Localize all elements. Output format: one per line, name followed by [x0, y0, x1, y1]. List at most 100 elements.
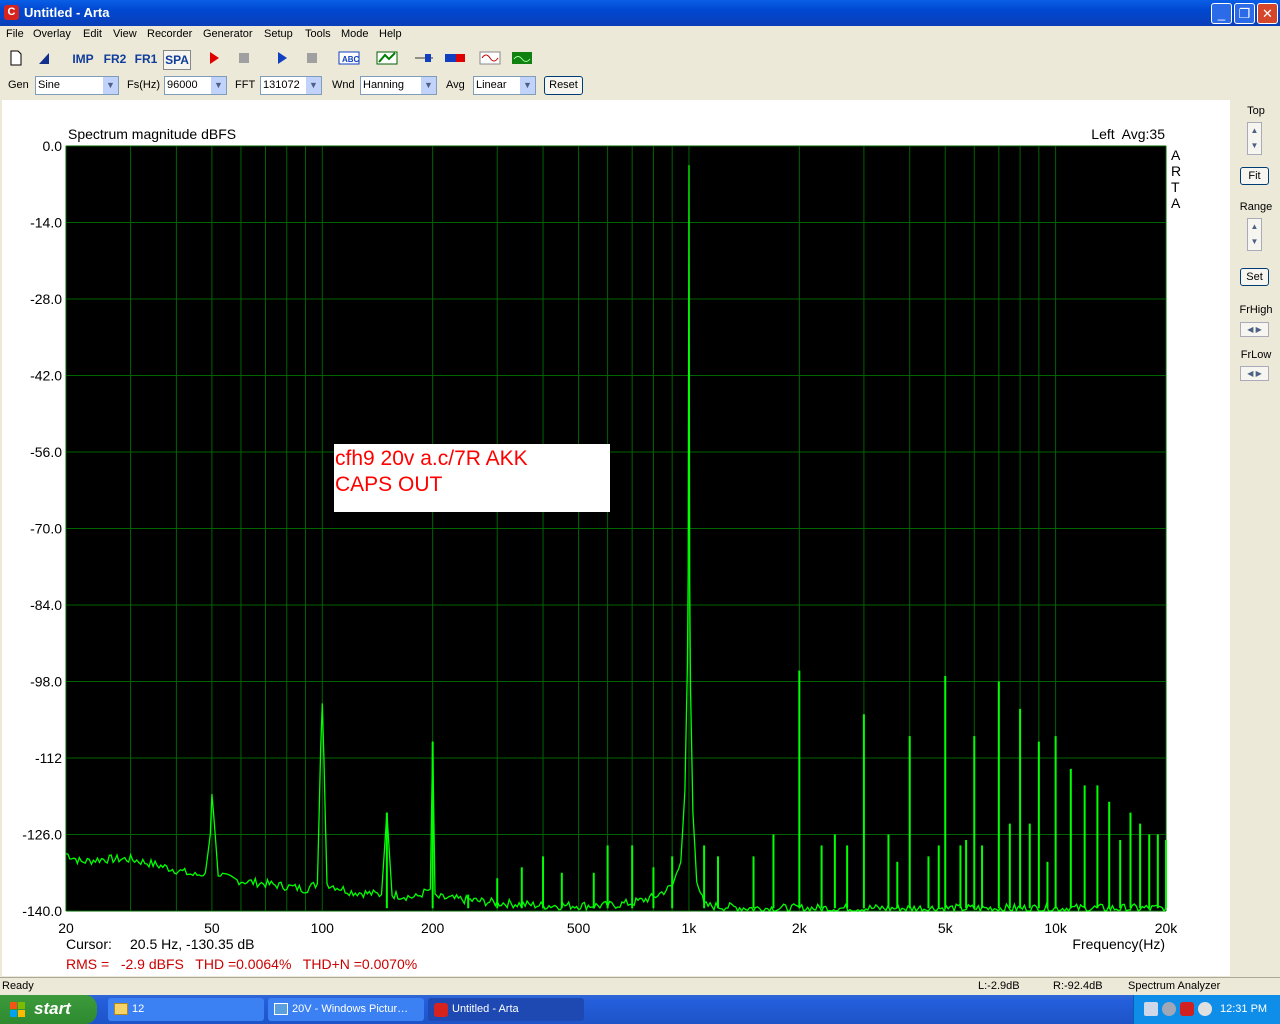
grid-chart-icon[interactable]: [375, 50, 399, 68]
menu-view[interactable]: View: [113, 28, 137, 40]
shield-icon[interactable]: [1180, 1002, 1194, 1016]
antivirus-icon[interactable]: [1198, 1002, 1212, 1016]
reset-button[interactable]: Reset: [544, 76, 583, 95]
fr1-mode-button[interactable]: FR1: [133, 50, 159, 68]
task-label: Untitled - Arta: [452, 1003, 519, 1015]
window-function-select[interactable]: Hanning ▼: [360, 76, 437, 95]
top-spin-buttons[interactable]: ▲ ▼: [1247, 122, 1262, 155]
y-tick-label: -112: [35, 750, 62, 766]
frlow-spin-buttons[interactable]: ◀ ▶: [1240, 366, 1269, 381]
close-button[interactable]: ✕: [1257, 3, 1278, 24]
sample-rate-select[interactable]: 96000 ▼: [164, 76, 227, 95]
menu-recorder[interactable]: Recorder: [147, 28, 192, 40]
task-label: 12: [132, 1003, 145, 1015]
scope-icon[interactable]: [510, 50, 534, 68]
fft-label: FFT: [235, 79, 256, 91]
windows-taskbar: start 12 20V - Windows Pictur… Untitled …: [0, 995, 1280, 1024]
chevron-down-icon[interactable]: ▼: [103, 77, 118, 94]
x-tick-labels: 20 50 100 200 500 1k 2k 5k 10k 20k: [58, 920, 1178, 936]
chevron-down-icon[interactable]: ▼: [520, 77, 535, 94]
y-tick-label: -56.0: [30, 444, 62, 460]
y-tick-label: -84.0: [30, 597, 62, 613]
new-file-icon[interactable]: [6, 50, 26, 68]
menu-setup[interactable]: Setup: [264, 28, 293, 40]
analyzer-settings-bar: Gen Sine ▼ Fs(Hz) 96000 ▼ FFT 131072 ▼ Wnd …: [0, 73, 1280, 99]
stop-icon[interactable]: [302, 50, 322, 68]
imp-mode-button[interactable]: IMP: [70, 50, 96, 68]
cursor-label: Cursor:: [66, 936, 112, 952]
generator-select[interactable]: Sine ▼: [35, 76, 119, 95]
chevron-down-icon[interactable]: ▼: [211, 77, 226, 94]
x-tick-label: 20k: [1155, 920, 1179, 936]
network-icon[interactable]: [1144, 1002, 1158, 1016]
x-tick-label: 500: [567, 920, 591, 936]
y-tick-label: -70.0: [30, 521, 62, 537]
volume-icon[interactable]: [1162, 1002, 1176, 1016]
task-label: 20V - Windows Pictur…: [292, 1003, 409, 1015]
task-arta[interactable]: Untitled - Arta: [428, 998, 584, 1021]
windows-logo-icon: [10, 1002, 26, 1017]
gen-label: Gen: [8, 79, 29, 91]
record-play-icon[interactable]: [204, 50, 224, 68]
task-picture-viewer[interactable]: 20V - Windows Pictur…: [268, 998, 424, 1021]
task-folder-12[interactable]: 12: [108, 998, 264, 1021]
chevron-down-icon[interactable]: ▼: [421, 77, 436, 94]
sine-generator-icon[interactable]: [478, 50, 502, 68]
x-tick-label: 20: [58, 920, 74, 936]
open-file-icon[interactable]: [34, 50, 54, 68]
menu-tools[interactable]: Tools: [305, 28, 331, 40]
x-tick-label: 10k: [1044, 920, 1068, 936]
fft-size-select[interactable]: 131072 ▼: [260, 76, 322, 95]
restore-button[interactable]: ❐: [1234, 3, 1255, 24]
spectrum-chart[interactable]: Spectrum magnitude dBFS Left Avg:35 A R …: [2, 100, 1230, 976]
frhigh-spin-buttons[interactable]: ◀ ▶: [1240, 322, 1269, 337]
fr2-mode-button[interactable]: FR2: [102, 50, 128, 68]
y-tick-labels: 0.0 -14.0 -28.0 -42.0 -56.0 -70.0 -84.0 -98.0 -1…: [22, 138, 62, 919]
abc-annotation-icon[interactable]: ABC: [337, 50, 361, 68]
spa-mode-button[interactable]: SPA: [163, 50, 191, 70]
fs-label: Fs(Hz): [127, 79, 160, 91]
menu-file[interactable]: File: [6, 28, 24, 40]
x-tick-label: 200: [421, 920, 445, 936]
start-label: start: [34, 999, 71, 1018]
clock: 12:31 PM: [1220, 1003, 1268, 1015]
menu-generator[interactable]: Generator: [203, 28, 253, 40]
set-button[interactable]: Set: [1240, 268, 1269, 286]
range-label: Range: [1239, 201, 1273, 213]
annotation-line-2: CAPS OUT: [335, 473, 443, 496]
folder-icon: [114, 1003, 128, 1015]
level-meter-icon[interactable]: [443, 50, 467, 68]
fit-button[interactable]: Fit: [1240, 167, 1269, 185]
play-icon[interactable]: [272, 50, 292, 68]
menu-help[interactable]: Help: [379, 28, 402, 40]
range-spin-buttons[interactable]: ▲ ▼: [1247, 218, 1262, 251]
x-tick-label: 2k: [792, 920, 808, 936]
menu-mode[interactable]: Mode: [341, 28, 369, 40]
avg-label: Avg: [446, 79, 465, 91]
arta-icon: [434, 1003, 448, 1017]
frhigh-label: FrHigh: [1239, 304, 1273, 316]
slider-icon[interactable]: [412, 50, 436, 68]
y-tick-label: -28.0: [30, 291, 62, 307]
window-title: Untitled - Arta: [24, 5, 110, 20]
arta-app-icon[interactable]: C: [4, 5, 19, 20]
record-stop-icon[interactable]: [234, 50, 254, 68]
y-tick-label: -126.0: [22, 827, 62, 843]
rms-thd-readout: RMS = -2.9 dBFS THD =0.0064% THD+N =0.00…: [66, 956, 417, 972]
chart-title: Spectrum magnitude dBFS: [68, 126, 236, 142]
title-bar: C Untitled - Arta _ ❐ ✕: [0, 0, 1280, 26]
averaging-select[interactable]: Linear ▼: [473, 76, 536, 95]
minimize-button[interactable]: _: [1211, 3, 1232, 24]
arta-letter-a2: A: [1171, 195, 1181, 211]
x-axis-label: Frequency(Hz): [1072, 936, 1165, 952]
status-text: Ready: [2, 980, 34, 992]
menu-edit[interactable]: Edit: [83, 28, 102, 40]
window-label: Wnd: [332, 79, 355, 91]
top-label: Top: [1247, 105, 1265, 117]
menu-overlay[interactable]: Overlay: [33, 28, 71, 40]
sample-rate-value: 96000: [167, 79, 198, 91]
spectrum-plot-panel: Spectrum magnitude dBFS Left Avg:35 A R …: [2, 100, 1230, 976]
start-button[interactable]: start: [0, 995, 97, 1024]
y-tick-label: -14.0: [30, 215, 62, 231]
chevron-down-icon[interactable]: ▼: [306, 77, 321, 94]
